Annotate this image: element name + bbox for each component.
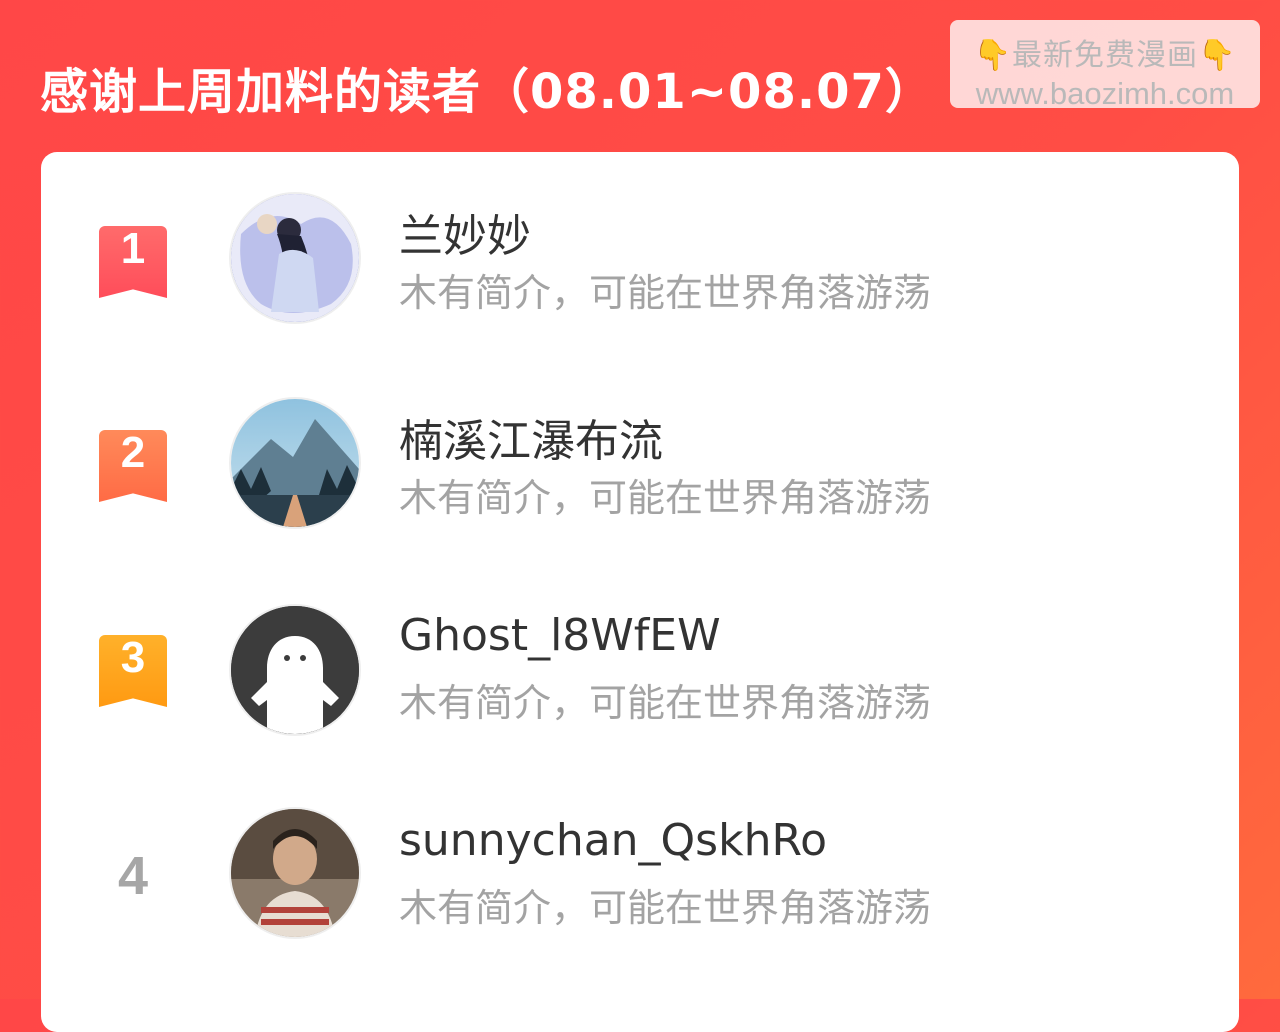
pointing-down-icon: 👇	[973, 38, 1012, 73]
reader-bio: 木有简介，可能在世界角落游荡	[399, 476, 932, 520]
list-item[interactable]: 2 楠溪江瀑布流 木有简介，可能在世界角落游荡	[41, 397, 1239, 537]
reader-name[interactable]: 楠溪江瀑布流	[399, 405, 663, 469]
rank-number: 1	[120, 224, 146, 273]
rank-number: 3	[120, 633, 146, 682]
watermark: 👇最新免费漫画👇 www.baozimh.com	[950, 20, 1260, 111]
reader-bio: 木有简介，可能在世界角落游荡	[399, 681, 932, 725]
reader-name[interactable]: Ghost_l8WfEW	[399, 610, 721, 661]
rank-badge-icon: 1	[99, 226, 167, 298]
rank-badge-icon: 2	[99, 430, 167, 502]
ghost-avatar-icon[interactable]	[229, 604, 361, 736]
watermark-url: www.baozimh.com	[975, 76, 1235, 111]
avatar[interactable]	[229, 807, 361, 939]
list-item[interactable]: 1 兰妙妙 木有简介，可能在世界角落游荡	[41, 192, 1239, 332]
rank-number: 4	[117, 846, 149, 906]
rank-number: 2	[120, 428, 146, 477]
reader-name[interactable]: 兰妙妙	[399, 200, 531, 264]
reader-list-card: 1 兰妙妙 木有简介，可能在世界角落游荡 2 楠溪江瀑布流 木有简介，可能在世界…	[41, 152, 1239, 1032]
watermark-line1: 👇最新免费漫画👇	[950, 30, 1260, 74]
watermark-text: 最新免费漫画	[1012, 38, 1198, 73]
list-item[interactable]: 3 Ghost_l8WfEW 木有简介，可能在世界角落游荡	[41, 602, 1239, 742]
avatar[interactable]	[229, 192, 361, 324]
reader-name[interactable]: sunnychan_QskhRo	[399, 815, 827, 866]
reader-bio: 木有简介，可能在世界角落游荡	[399, 271, 932, 315]
avatar[interactable]	[229, 397, 361, 529]
list-item[interactable]: 4 sunnychan_QskhRo 木有简介，可能在世界角落游荡	[41, 807, 1239, 947]
page-title: 感谢上周加料的读者（08.01~08.07）	[40, 64, 934, 120]
rank-badge-icon: 3	[99, 635, 167, 707]
reader-bio: 木有简介，可能在世界角落游荡	[399, 886, 932, 930]
pointing-down-icon: 👇	[1198, 38, 1237, 73]
